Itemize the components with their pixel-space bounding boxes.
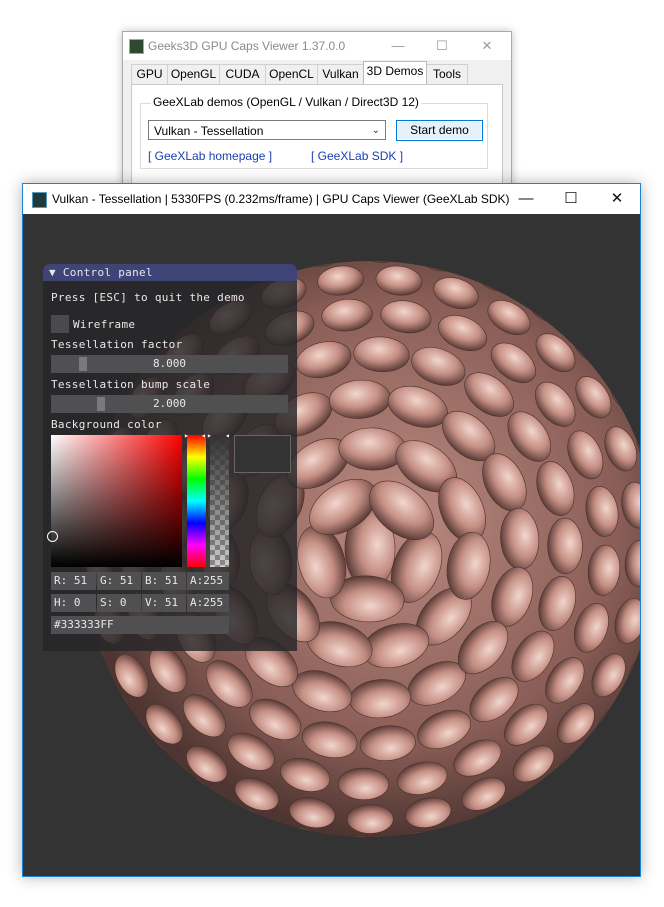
caps-tab-bar: GPU OpenGL CUDA OpenCL Vulkan 3D Demos T… (131, 61, 501, 84)
tess-factor-label: Tessellation factor (51, 338, 183, 351)
tab-3d-demos[interactable]: 3D Demos (363, 61, 427, 84)
control-panel-header[interactable]: ▼ Control panel (43, 264, 297, 281)
caps-title-bar[interactable]: Geeks3D GPU Caps Viewer 1.37.0.0 — ☐ ✕ (123, 32, 511, 60)
tab-cuda[interactable]: CUDA (219, 64, 266, 84)
bg-color-label: Background color (51, 418, 162, 431)
group-label: GeeXLab demos (OpenGL / Vulkan / Direct3… (151, 95, 421, 109)
start-demo-button[interactable]: Start demo (396, 120, 483, 141)
alpha-arrow-icon: ◂ (225, 431, 230, 440)
chevron-down-icon: ⌄ (371, 125, 380, 136)
caps-window-title: Geeks3D GPU Caps Viewer 1.37.0.0 (148, 39, 346, 53)
wireframe-checkbox[interactable] (51, 315, 69, 333)
alpha-field[interactable]: A:255 (187, 572, 229, 590)
sphere-petal (337, 835, 381, 837)
hue-arrow-icon: ◂ (201, 431, 206, 440)
tess-factor-value: 8.000 (152, 357, 187, 370)
hue-bar[interactable] (187, 435, 206, 567)
color-preview-swatch[interactable] (234, 435, 291, 473)
tess-bump-label: Tessellation bump scale (51, 378, 211, 391)
geeks3d-app-icon (129, 39, 144, 54)
demo-select-value: Vulkan - Tessellation (154, 124, 264, 138)
demo-select[interactable]: Vulkan - Tessellation ⌄ (148, 120, 386, 140)
maximize-icon[interactable]: ☐ (548, 184, 594, 214)
sphere-petal (359, 261, 403, 263)
value-field[interactable]: V: 51 (142, 594, 186, 612)
minimize-icon[interactable]: — (388, 36, 408, 56)
minimize-icon[interactable]: — (503, 184, 549, 214)
demo-window-title: Vulkan - Tessellation | 5330FPS (0.232ms… (52, 192, 510, 206)
hue-arrow-icon: ▸ (184, 431, 189, 440)
vulkan-demo-window: Vulkan - Tessellation | 5330FPS (0.232ms… (22, 183, 641, 877)
tab-tools[interactable]: Tools (426, 64, 468, 84)
saturation-value-picker[interactable] (51, 435, 182, 567)
hue-field[interactable]: H: 0 (51, 594, 96, 612)
demo-title-bar[interactable]: Vulkan - Tessellation | 5330FPS (0.232ms… (23, 184, 640, 214)
geexlab-homepage-link[interactable]: [ GeeXLab homepage ] (148, 149, 272, 163)
geexlab-app-icon (32, 192, 47, 208)
hex-color-field[interactable]: #333333FF (51, 616, 229, 634)
tab-opengl[interactable]: OpenGL (167, 64, 220, 84)
tab-opencl[interactable]: OpenCL (265, 64, 318, 84)
red-field[interactable]: R: 51 (51, 572, 96, 590)
sphere-petal (346, 804, 394, 834)
saturation-field[interactable]: S: 0 (97, 594, 141, 612)
gpu-caps-viewer-window: Geeks3D GPU Caps Viewer 1.37.0.0 — ☐ ✕ G… (122, 31, 512, 193)
esc-hint-text: Press [ESC] to quit the demo (51, 291, 245, 304)
alpha-hsv-field[interactable]: A:255 (187, 594, 229, 612)
geexlab-sdk-link[interactable]: [ GeeXLab SDK ] (311, 149, 403, 163)
close-icon[interactable]: ✕ (477, 36, 497, 56)
tab-vulkan[interactable]: Vulkan (317, 64, 364, 84)
wireframe-label: Wireframe (73, 318, 136, 331)
control-panel[interactable]: ▼ Control panel Press [ESC] to quit the … (43, 264, 297, 651)
blue-field[interactable]: B: 51 (142, 572, 186, 590)
render-viewport[interactable]: ▼ Control panel Press [ESC] to quit the … (23, 214, 640, 876)
alpha-bar[interactable] (210, 435, 229, 567)
color-picker-cursor[interactable] (47, 531, 58, 542)
tess-bump-value: 2.000 (152, 397, 187, 410)
tess-factor-slider[interactable]: 8.000 (51, 355, 288, 373)
tab-gpu[interactable]: GPU (131, 64, 168, 84)
demos-tab-content: GeeXLab demos (OpenGL / Vulkan / Direct3… (131, 84, 503, 190)
alpha-arrow-icon: ▸ (207, 431, 212, 440)
green-field[interactable]: G: 51 (97, 572, 141, 590)
maximize-icon[interactable]: ☐ (432, 36, 452, 56)
tess-bump-slider[interactable]: 2.000 (51, 395, 288, 413)
close-icon[interactable]: ✕ (594, 184, 640, 214)
